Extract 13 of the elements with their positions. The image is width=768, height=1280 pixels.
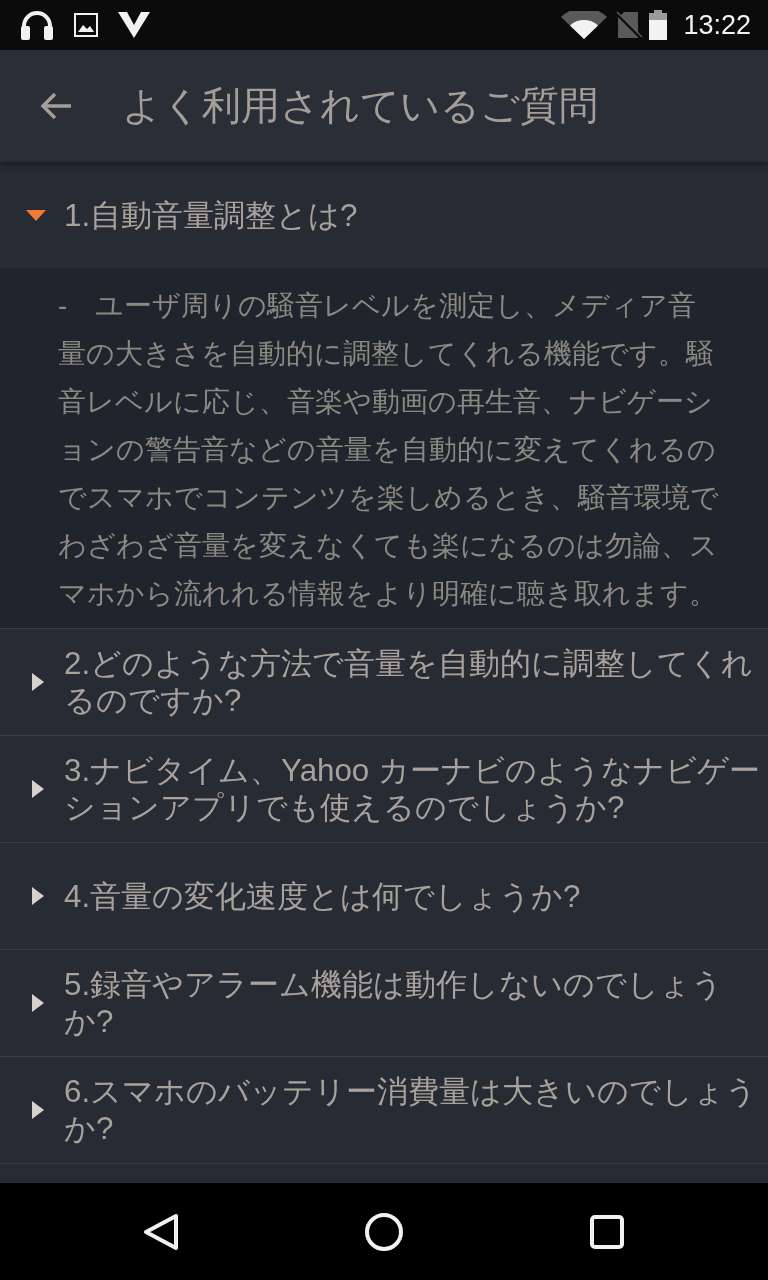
v-logo-icon xyxy=(118,12,150,38)
wifi-icon xyxy=(561,11,608,39)
home-icon[interactable] xyxy=(365,1212,403,1251)
recents-icon[interactable] xyxy=(590,1214,624,1249)
back-arrow-icon xyxy=(40,92,72,120)
faq-answer: - ユーザ周りの騒音レベルを測定し、メディア音量の大きさを自動的に調整してくれる機能です。騒音レベルに応じ、音楽や動画の再生音、ナビゲーションの警告音などの音量を自動的に変えてくれるのでスマホでコンテンツを楽しめるとき、騒音環境でわざわざ音量を変えなくても楽になるのは勿論、スマホから流れれる情報をより明確に聴き取れます。 xyxy=(58,289,720,611)
back-icon[interactable] xyxy=(143,1212,179,1251)
battery-icon xyxy=(649,10,668,40)
clock-time: 13:22 xyxy=(683,9,751,41)
image-icon xyxy=(74,13,98,37)
headphones-icon xyxy=(20,10,54,40)
no-sim-icon xyxy=(613,10,644,40)
screen-title: よく利用されているご質問 xyxy=(122,83,598,129)
